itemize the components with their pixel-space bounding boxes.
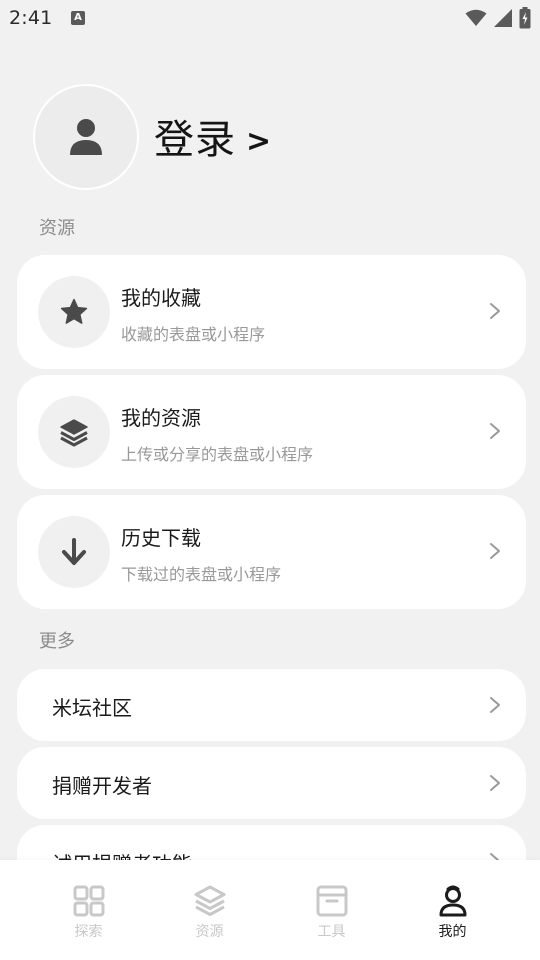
card-subtitle: 上传或分享的表盘或小程序 (121, 445, 314, 464)
card-subtitle: 收藏的表盘或小程序 (121, 325, 266, 344)
signal-icon (494, 9, 512, 27)
section-label-more: 更多 (39, 631, 75, 652)
card-title: 捐赠开发者 (52, 774, 152, 798)
login-arrow[interactable]: > (246, 120, 271, 164)
card-icon-circle (38, 396, 110, 468)
nav-item-tools[interactable]: 工具 (264, 860, 399, 960)
card-icon-circle (38, 516, 110, 588)
chevron-right-icon (490, 303, 500, 319)
nav-label: 探索 (74, 924, 103, 940)
status-time: 2:41 (9, 7, 53, 29)
profile-screen: 2:41 A 登录 > 资源 我的收藏 收藏的表盘或小程序 我的资源 上传或分享… (0, 0, 540, 960)
chevron-right-icon (490, 543, 500, 559)
card-title: 我的资源 (121, 406, 201, 430)
my-resources-card[interactable]: 我的资源 上传或分享的表盘或小程序 (17, 375, 526, 489)
avatar[interactable] (33, 84, 139, 190)
download-arrow-icon (62, 538, 86, 565)
bottom-nav: 探索 资源 工具 我的 (0, 860, 540, 960)
chevron-right-icon (490, 423, 500, 439)
nav-label: 资源 (195, 924, 224, 940)
nav-label: 我的 (438, 924, 467, 940)
card-title: 历史下载 (121, 526, 201, 550)
nav-item-mine[interactable]: 我的 (385, 860, 520, 960)
chevron-right-icon (490, 697, 500, 713)
user-icon (70, 119, 102, 155)
wifi-icon (465, 9, 487, 26)
nav-item-explore[interactable]: 探索 (21, 860, 156, 960)
card-subtitle: 下载过的表盘或小程序 (121, 565, 282, 584)
community-card[interactable]: 米坛社区 (17, 669, 526, 741)
login-link[interactable]: 登录 (154, 112, 236, 168)
card-title: 我的收藏 (121, 286, 201, 310)
layers-icon (194, 885, 225, 916)
status-icons (465, 7, 531, 29)
keyboard-indicator-icon: A (71, 11, 85, 25)
nav-label: 工具 (317, 924, 346, 940)
star-icon (60, 298, 88, 324)
user-icon (439, 885, 466, 917)
layers-icon (60, 419, 88, 447)
grid-icon (73, 885, 104, 917)
donate-developer-card[interactable]: 捐赠开发者 (17, 747, 526, 819)
download-history-card[interactable]: 历史下载 下载过的表盘或小程序 (17, 495, 526, 609)
battery-charging-icon (519, 7, 531, 29)
card-title: 米坛社区 (52, 696, 132, 720)
card-icon-circle (38, 276, 110, 348)
chevron-right-icon (490, 775, 500, 791)
status-bar: 2:41 A (0, 0, 540, 36)
favorites-card[interactable]: 我的收藏 收藏的表盘或小程序 (17, 255, 526, 369)
nav-item-resources[interactable]: 资源 (142, 860, 277, 960)
section-label-resources: 资源 (39, 218, 75, 239)
archive-box-icon (316, 885, 347, 917)
